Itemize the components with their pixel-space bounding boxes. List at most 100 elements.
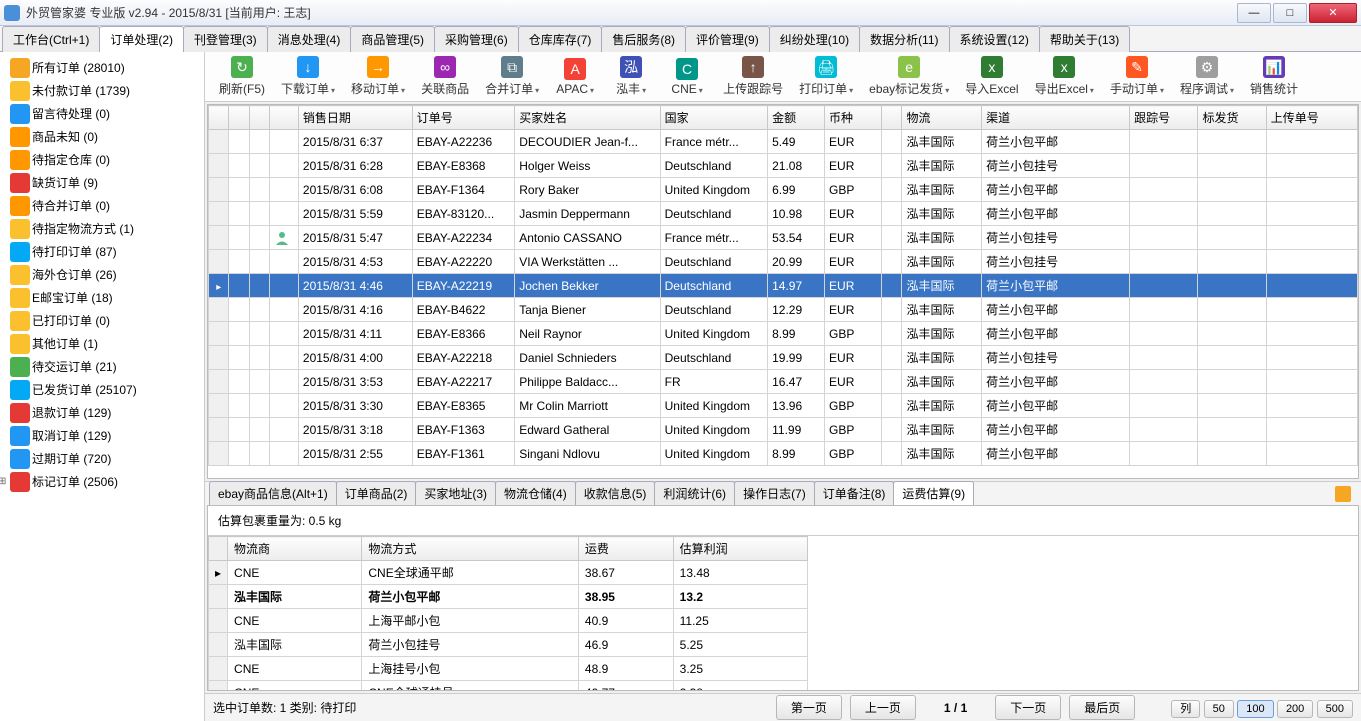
grid-cell[interactable]: 荷兰小包平邮 <box>982 418 1130 442</box>
grid-cell[interactable]: 泓丰国际 <box>902 418 982 442</box>
table-row[interactable]: 2015/8/31 2:55EBAY-F1361Singani NdlovuUn… <box>209 442 1358 466</box>
grid-cell[interactable] <box>1266 226 1357 250</box>
sidebar-item[interactable]: 待合并订单 (0) <box>0 194 204 217</box>
detail-tab[interactable]: ebay商品信息(Alt+1) <box>209 481 337 505</box>
grid-cell[interactable] <box>229 178 249 202</box>
freight-cell[interactable]: 荷兰小包平邮 <box>362 585 579 609</box>
grid-cell[interactable]: Deutschland <box>660 274 767 298</box>
grid-cell[interactable] <box>249 202 269 226</box>
grid-cell[interactable] <box>270 178 298 202</box>
grid-cell[interactable] <box>1198 178 1266 202</box>
sidebar-item[interactable]: 海外仓订单 (26) <box>0 263 204 286</box>
grid-cell[interactable]: Mr Colin Marriott <box>515 394 660 418</box>
freight-cell[interactable]: 荷兰小包挂号 <box>362 633 579 657</box>
page-size-button[interactable]: 200 <box>1277 700 1313 718</box>
grid-cell[interactable]: EUR <box>825 298 882 322</box>
grid-cell[interactable]: Deutschland <box>660 202 767 226</box>
grid-cell[interactable] <box>209 442 229 466</box>
grid-cell[interactable] <box>229 154 249 178</box>
freight-row[interactable]: CNE上海平邮小包40.911.25 <box>209 609 808 633</box>
freight-cell[interactable]: CNE全球通平邮 <box>362 561 579 585</box>
grid-cell[interactable] <box>270 346 298 370</box>
grid-cell[interactable] <box>249 346 269 370</box>
detail-tab[interactable]: 物流仓储(4) <box>495 481 576 505</box>
grid-cell[interactable]: 21.08 <box>768 154 825 178</box>
grid-cell[interactable] <box>1266 154 1357 178</box>
sidebar-item[interactable]: ⊞标记订单 (2506) <box>0 470 204 493</box>
grid-cell[interactable]: 2015/8/31 2:55 <box>298 442 412 466</box>
grid-cell[interactable] <box>1130 154 1198 178</box>
grid-cell[interactable] <box>1198 274 1266 298</box>
grid-cell[interactable] <box>209 394 229 418</box>
grid-header[interactable]: 买家姓名 <box>515 106 660 130</box>
grid-header[interactable] <box>249 106 269 130</box>
grid-cell[interactable]: 6.99 <box>768 178 825 202</box>
grid-cell[interactable] <box>249 394 269 418</box>
grid-cell[interactable] <box>1266 346 1357 370</box>
detail-tab[interactable]: 运费估算(9) <box>893 481 974 505</box>
grid-cell[interactable] <box>881 394 901 418</box>
grid-cell[interactable] <box>270 274 298 298</box>
grid-cell[interactable] <box>270 202 298 226</box>
freight-grid[interactable]: 物流商物流方式运费估算利润▸CNECNE全球通平邮38.6713.48泓丰国际荷… <box>208 536 808 690</box>
table-row[interactable]: 2015/8/31 4:16EBAY-B4622Tanja BienerDeut… <box>209 298 1358 322</box>
main-tab[interactable]: 帮助关于(13) <box>1039 26 1130 52</box>
table-row[interactable]: 2015/8/31 3:18EBAY-F1363Edward GatheralU… <box>209 418 1358 442</box>
grid-cell[interactable] <box>229 250 249 274</box>
toolbar-button[interactable]: AAPAC▾ <box>547 54 603 100</box>
expand-icon[interactable]: ⊞ <box>0 476 10 487</box>
sidebar-item[interactable]: 已发货订单 (25107) <box>0 378 204 401</box>
grid-cell[interactable] <box>1198 202 1266 226</box>
grid-cell[interactable]: Deutschland <box>660 154 767 178</box>
toolbar-button[interactable]: ↓下载订单▾ <box>273 54 343 100</box>
toolbar-button[interactable]: ↑上传跟踪号 <box>715 54 791 100</box>
grid-cell[interactable] <box>881 202 901 226</box>
grid-header[interactable]: 上传单号 <box>1266 106 1357 130</box>
page-size-button[interactable]: 50 <box>1204 700 1234 718</box>
grid-cell[interactable]: EBAY-A22217 <box>412 370 514 394</box>
grid-cell[interactable]: United Kingdom <box>660 442 767 466</box>
grid-cell[interactable] <box>1198 322 1266 346</box>
grid-cell[interactable]: 2015/8/31 4:16 <box>298 298 412 322</box>
sidebar-item[interactable]: 待指定仓库 (0) <box>0 148 204 171</box>
grid-cell[interactable] <box>209 298 229 322</box>
main-tab[interactable]: 订单处理(2) <box>99 26 184 52</box>
grid-cell[interactable]: 16.47 <box>768 370 825 394</box>
grid-cell[interactable]: EBAY-A22218 <box>412 346 514 370</box>
toolbar-button[interactable]: ∞关联商品 <box>413 54 477 100</box>
grid-cell[interactable] <box>229 370 249 394</box>
grid-cell[interactable]: GBP <box>825 418 882 442</box>
grid-cell[interactable] <box>249 442 269 466</box>
grid-cell[interactable]: United Kingdom <box>660 394 767 418</box>
grid-cell[interactable]: EBAY-E8368 <box>412 154 514 178</box>
freight-cell[interactable]: 泓丰国际 <box>228 633 362 657</box>
table-row[interactable]: 2015/8/31 4:00EBAY-A22218Daniel Schniede… <box>209 346 1358 370</box>
grid-header[interactable] <box>881 106 901 130</box>
freight-cell[interactable]: 5.25 <box>673 633 807 657</box>
grid-cell[interactable]: Daniel Schnieders <box>515 346 660 370</box>
grid-cell[interactable] <box>1130 178 1198 202</box>
grid-cell[interactable]: EBAY-E8366 <box>412 322 514 346</box>
grid-cell[interactable] <box>1266 250 1357 274</box>
grid-cell[interactable] <box>1266 442 1357 466</box>
grid-cell[interactable]: 荷兰小包平邮 <box>982 178 1130 202</box>
grid-header[interactable]: 订单号 <box>412 106 514 130</box>
grid-cell[interactable]: GBP <box>825 442 882 466</box>
grid-cell[interactable]: 荷兰小包平邮 <box>982 370 1130 394</box>
next-page-button[interactable]: 下一页 <box>995 695 1061 720</box>
grid-cell[interactable]: 荷兰小包平邮 <box>982 130 1130 154</box>
sidebar-item[interactable]: 过期订单 (720) <box>0 447 204 470</box>
grid-cell[interactable] <box>229 322 249 346</box>
grid-header[interactable] <box>270 106 298 130</box>
sidebar-item[interactable]: 缺货订单 (9) <box>0 171 204 194</box>
grid-cell[interactable] <box>229 418 249 442</box>
grid-cell[interactable]: 2015/8/31 6:08 <box>298 178 412 202</box>
grid-cell[interactable]: 泓丰国际 <box>902 130 982 154</box>
grid-cell[interactable]: 荷兰小包平邮 <box>982 202 1130 226</box>
toolbar-button[interactable]: ⧉合并订单▾ <box>477 54 547 100</box>
grid-cell[interactable] <box>881 130 901 154</box>
grid-cell[interactable] <box>1130 202 1198 226</box>
grid-cell[interactable]: Philippe Baldacc... <box>515 370 660 394</box>
help-icon[interactable] <box>1335 486 1351 502</box>
grid-cell[interactable] <box>881 370 901 394</box>
